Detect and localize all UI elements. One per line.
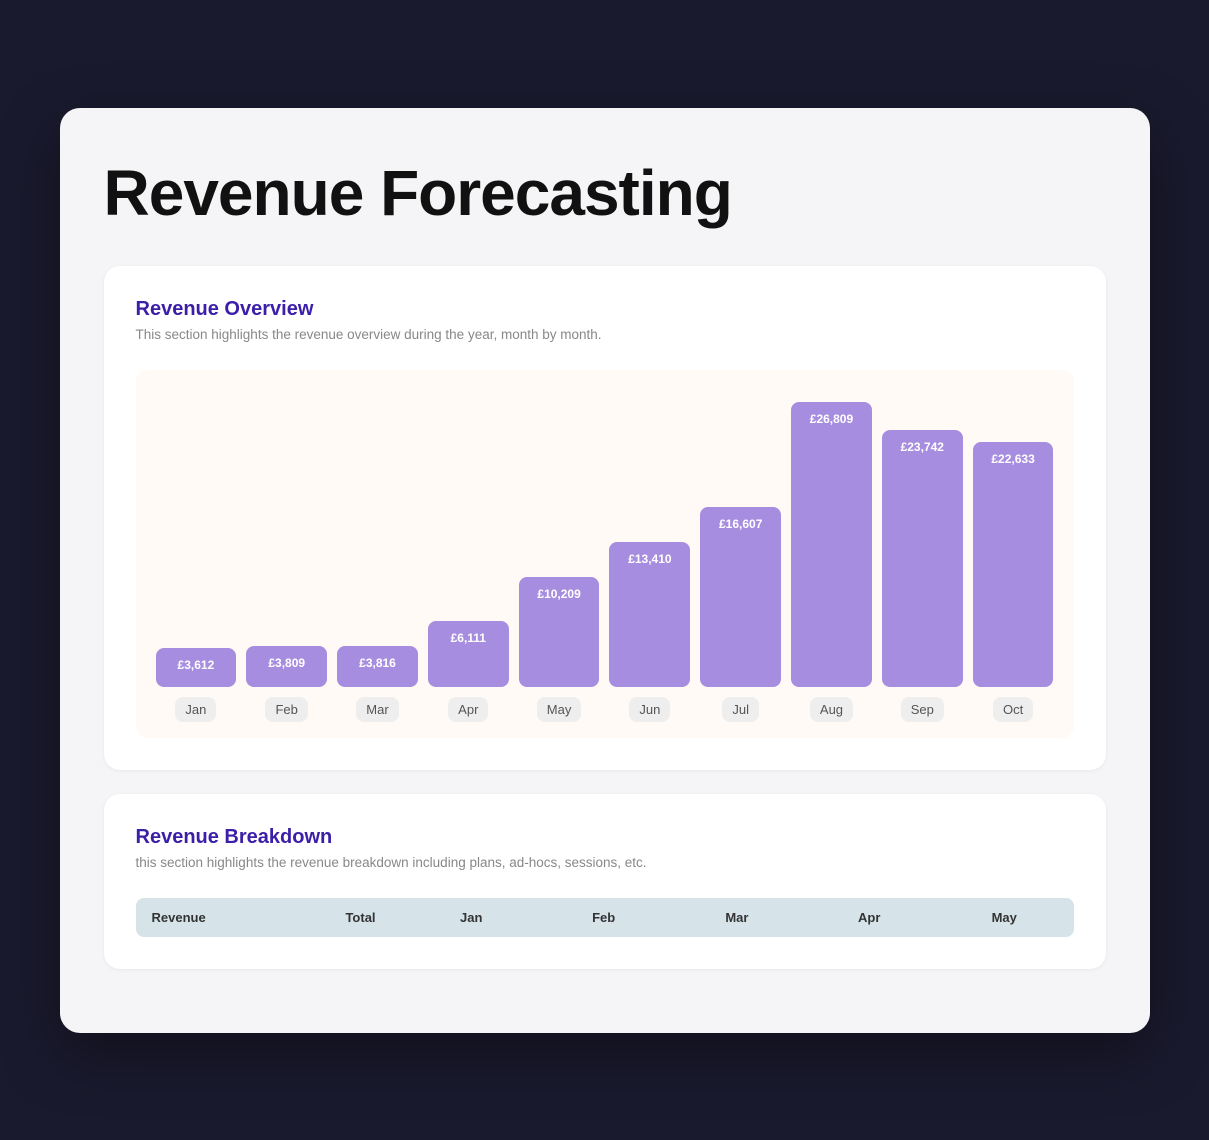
breakdown-table: RevenueTotalJanFebMarAprMay xyxy=(136,898,1074,937)
breakdown-section-title: Revenue Breakdown xyxy=(136,826,1074,849)
bars-container: £3,612 Jan £3,809 Feb £3,816 Mar £6,111 Apr £10,… xyxy=(156,402,1054,722)
overview-section-desc: This section highlights the revenue over… xyxy=(136,327,1074,342)
breakdown-col-jan: Jan xyxy=(406,898,538,937)
bar-aug: £26,809 xyxy=(791,402,872,687)
bar-oct: £22,633 xyxy=(973,442,1054,687)
bar-jan: £3,612 xyxy=(156,648,237,687)
bar-value-label: £3,612 xyxy=(178,658,215,672)
bar-apr: £6,111 xyxy=(428,621,509,687)
bar-jun: £13,410 xyxy=(609,542,690,687)
breakdown-col-feb: Feb xyxy=(537,898,670,937)
breakdown-col-total: Total xyxy=(316,898,406,937)
bar-may: £10,209 xyxy=(519,577,600,687)
bar-value-label: £3,816 xyxy=(359,656,396,670)
bar-group-apr: £6,111 Apr xyxy=(428,402,509,722)
breakdown-section-desc: this section highlights the revenue brea… xyxy=(136,855,1074,870)
bar-value-label: £16,607 xyxy=(719,517,762,531)
bar-group-aug: £26,809 Aug xyxy=(791,402,872,722)
bar-month-label: Jun xyxy=(629,697,670,722)
bar-month-label: Sep xyxy=(901,697,944,722)
bar-value-label: £10,209 xyxy=(537,587,580,601)
bar-month-label: Jan xyxy=(175,697,216,722)
bar-group-may: £10,209 May xyxy=(519,402,600,722)
bar-jul: £16,607 xyxy=(700,507,781,687)
bar-value-label: £6,111 xyxy=(451,631,486,645)
bar-month-label: Apr xyxy=(448,697,488,722)
bar-group-oct: £22,633 Oct xyxy=(973,402,1054,722)
page-title: Revenue Forecasting xyxy=(104,156,1106,230)
breakdown-col-may: May xyxy=(935,898,1074,937)
bar-value-label: £23,742 xyxy=(901,440,944,454)
breakdown-col-apr: Apr xyxy=(804,898,935,937)
bar-group-feb: £3,809 Feb xyxy=(246,402,327,722)
bar-month-label: Aug xyxy=(810,697,853,722)
bar-value-label: £22,633 xyxy=(991,452,1034,466)
chart-area: £3,612 Jan £3,809 Feb £3,816 Mar £6,111 Apr £10,… xyxy=(136,370,1074,738)
bar-value-label: £3,809 xyxy=(268,656,305,670)
bar-mar: £3,816 xyxy=(337,646,418,687)
bar-group-sep: £23,742 Sep xyxy=(882,402,963,722)
bar-sep: £23,742 xyxy=(882,430,963,687)
revenue-breakdown-card: Revenue Breakdown this section highlight… xyxy=(104,794,1106,969)
bar-group-jul: £16,607 Jul xyxy=(700,402,781,722)
overview-section-title: Revenue Overview xyxy=(136,298,1074,321)
bar-month-label: May xyxy=(537,697,582,722)
bar-month-label: Oct xyxy=(993,697,1033,722)
bar-value-label: £13,410 xyxy=(628,552,671,566)
page-container: Revenue Forecasting Revenue Overview Thi… xyxy=(60,108,1150,1033)
bar-group-mar: £3,816 Mar xyxy=(337,402,418,722)
breakdown-col-mar: Mar xyxy=(670,898,803,937)
revenue-overview-card: Revenue Overview This section highlights… xyxy=(104,266,1106,770)
bar-month-label: Jul xyxy=(722,697,759,722)
bar-group-jan: £3,612 Jan xyxy=(156,402,237,722)
bar-group-jun: £13,410 Jun xyxy=(609,402,690,722)
bar-value-label: £26,809 xyxy=(810,412,853,426)
bar-feb: £3,809 xyxy=(246,646,327,687)
breakdown-col-revenue: Revenue xyxy=(136,898,316,937)
bar-month-label: Mar xyxy=(356,697,398,722)
bar-month-label: Feb xyxy=(265,697,307,722)
